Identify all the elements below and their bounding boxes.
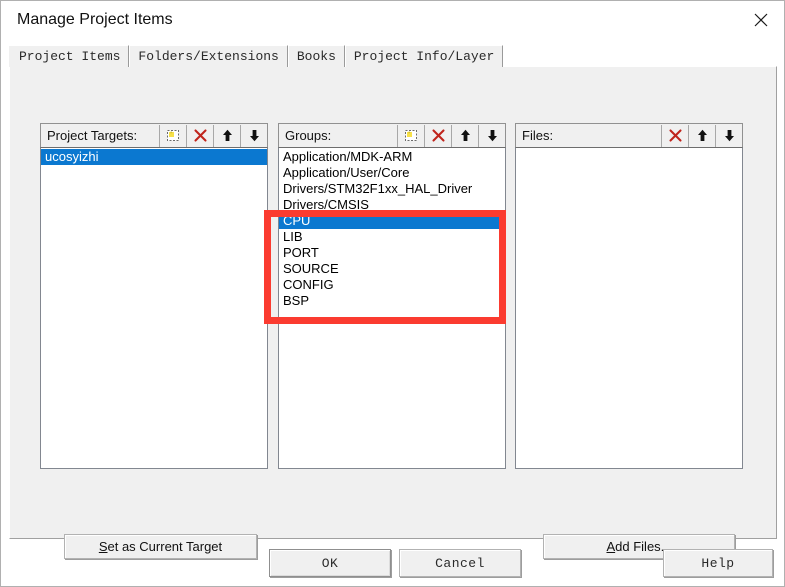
delete-icon[interactable] (661, 124, 688, 147)
list-item[interactable]: PORT (279, 245, 505, 261)
files-list[interactable] (515, 147, 743, 469)
move-down-icon[interactable] (478, 124, 505, 147)
tab-label: Folders/Extensions (138, 49, 279, 64)
cancel-label: Cancel (435, 555, 485, 571)
tab-label: Books (296, 49, 336, 64)
close-icon[interactable] (738, 1, 784, 39)
tab-project-items[interactable]: Project Items (9, 45, 130, 67)
project-targets-toolbar (159, 124, 267, 147)
add-files-accel: A (606, 539, 616, 554)
list-item[interactable]: Application/User/Core (279, 165, 505, 181)
files-label: Files: (522, 128, 554, 143)
cancel-button[interactable]: Cancel (399, 549, 521, 577)
move-down-icon[interactable] (715, 124, 742, 147)
delete-icon[interactable] (186, 124, 213, 147)
files-toolbar (661, 124, 742, 147)
files-header: Files: (515, 123, 743, 147)
list-item[interactable]: Drivers/STM32F1xx_HAL_Driver (279, 181, 505, 197)
list-item[interactable]: CONFIG (279, 277, 505, 293)
list-item[interactable]: ucosyizhi (41, 149, 267, 165)
groups-toolbar (397, 124, 505, 147)
ok-label: OK (321, 555, 339, 571)
set-target-label: et as Current Target (107, 539, 223, 554)
project-targets-list[interactable]: ucosyizhi (40, 147, 268, 469)
move-down-icon[interactable] (240, 124, 267, 147)
move-up-icon[interactable] (451, 124, 478, 147)
move-up-icon[interactable] (688, 124, 715, 147)
window-title: Manage Project Items (17, 11, 173, 28)
set-as-current-target-button[interactable]: Set as Current Target (64, 534, 257, 559)
help-button[interactable]: Help (663, 549, 773, 577)
project-targets-label: Project Targets: (47, 128, 138, 143)
help-label: Help (701, 555, 735, 571)
delete-icon[interactable] (424, 124, 451, 147)
new-item-icon[interactable] (397, 124, 424, 147)
list-item[interactable]: BSP (279, 293, 505, 309)
groups-header: Groups: (278, 123, 506, 147)
list-item[interactable]: CPU (279, 213, 505, 229)
tab-project-info-layer[interactable]: Project Info/Layer (344, 45, 504, 67)
ok-button[interactable]: OK (269, 549, 391, 577)
project-targets-panel: Project Targets: ucosyizhi (40, 123, 268, 469)
groups-list[interactable]: Application/MDK-ARM Application/User/Cor… (278, 147, 506, 469)
set-target-accel: S (98, 539, 108, 554)
tab-label: Project Items (19, 49, 121, 64)
manage-project-items-dialog: Manage Project Items Project Items Folde… (0, 0, 785, 587)
list-item[interactable]: LIB (279, 229, 505, 245)
groups-label: Groups: (285, 128, 332, 143)
tab-label: Project Info/Layer (353, 49, 495, 64)
groups-panel: Groups: Application/MDK-ARM Application/… (278, 123, 506, 469)
titlebar: Manage Project Items (1, 1, 784, 39)
list-item[interactable]: SOURCE (279, 261, 505, 277)
project-targets-header: Project Targets: (40, 123, 268, 147)
tab-strip: Project Items Folders/Extensions Books P… (9, 45, 504, 67)
list-item[interactable]: Drivers/CMSIS (279, 197, 505, 213)
tab-books[interactable]: Books (287, 45, 345, 67)
project-items-panel: Project Targets: ucosyizhi Groups: Appli… (9, 66, 777, 559)
move-up-icon[interactable] (213, 124, 240, 147)
list-item[interactable]: Application/MDK-ARM (279, 149, 505, 165)
tab-folders-extensions[interactable]: Folders/Extensions (129, 45, 288, 67)
files-panel: Files: (515, 123, 743, 469)
new-item-icon[interactable] (159, 124, 186, 147)
